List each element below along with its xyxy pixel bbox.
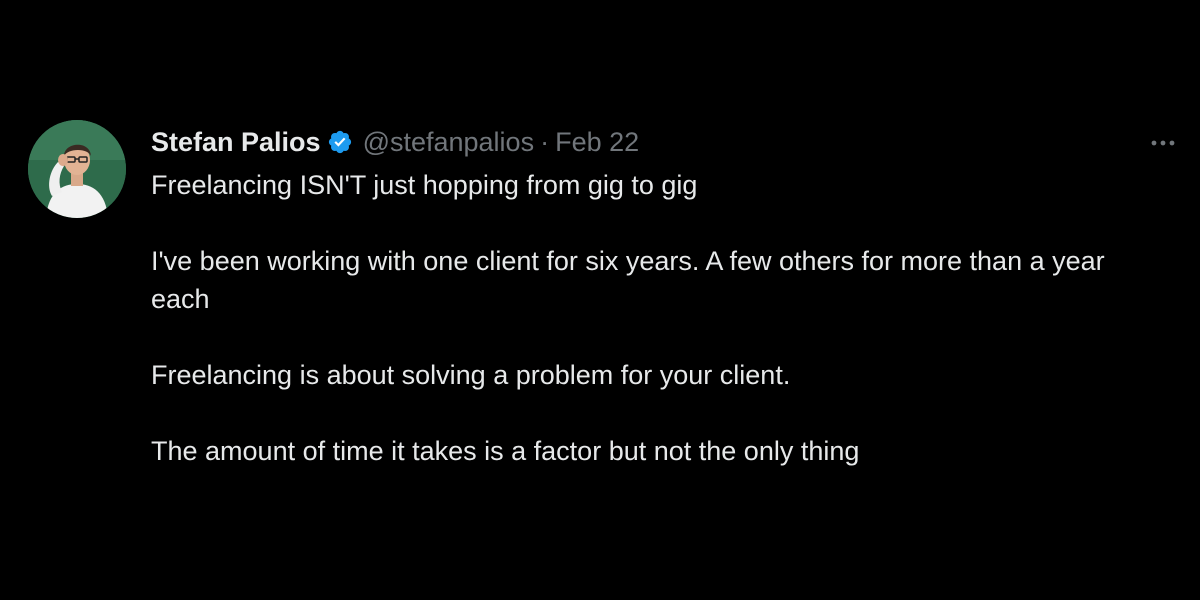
tweet-text: Freelancing ISN'T just hopping from gig … xyxy=(151,166,1178,470)
tweet-paragraph: Freelancing ISN'T just hopping from gig … xyxy=(151,170,698,200)
tweet[interactable]: Stefan Palios @stefanpalios · Feb 22 Fre… xyxy=(28,120,1178,500)
tweet-date[interactable]: Feb 22 xyxy=(555,127,639,158)
author-handle[interactable]: @stefanpalios xyxy=(363,127,535,158)
tweet-paragraph: Freelancing is about solving a problem f… xyxy=(151,360,791,390)
tweet-content: Stefan Palios @stefanpalios · Feb 22 Fre… xyxy=(151,120,1178,508)
more-horizontal-icon[interactable] xyxy=(1148,128,1178,158)
verified-badge-icon[interactable] xyxy=(327,129,353,155)
profile-photo-icon xyxy=(28,120,126,218)
tweet-header: Stefan Palios @stefanpalios · Feb 22 xyxy=(151,120,1178,164)
author-display-name[interactable]: Stefan Palios xyxy=(151,127,321,158)
tweet-paragraph: The amount of time it takes is a factor … xyxy=(151,436,860,466)
tweet-paragraph: I've been working with one client for si… xyxy=(151,246,1105,314)
avatar[interactable] xyxy=(28,120,126,218)
header-separator: · xyxy=(540,126,550,157)
